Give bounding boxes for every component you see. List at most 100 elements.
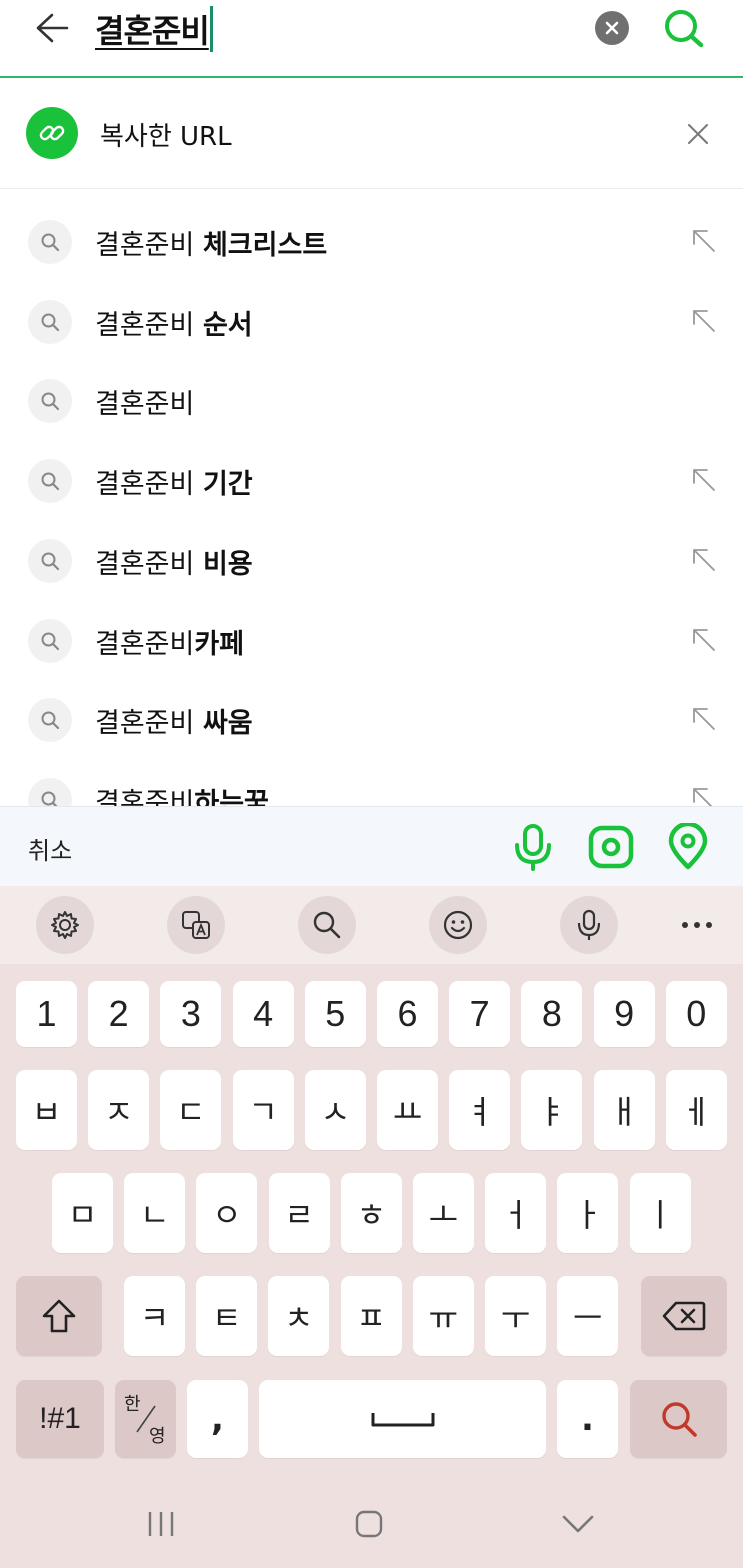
suggestion-prefix: 결혼준비	[95, 230, 203, 261]
comma-key[interactable]: ,	[187, 1380, 248, 1458]
suggestion-text: 결혼준비카페	[95, 622, 244, 661]
key[interactable]: ㅕ	[449, 1070, 511, 1150]
suggestion-highlight: 순서	[202, 309, 253, 341]
suggestion-item[interactable]: 결혼준비 싸움	[0, 681, 743, 761]
key[interactable]: ㅑ	[521, 1070, 583, 1150]
fill-query-arrow-icon[interactable]	[686, 622, 722, 658]
cancel-button[interactable]: 취소	[28, 831, 72, 866]
home-button[interactable]	[339, 1498, 399, 1550]
fill-query-arrow-icon[interactable]	[686, 781, 722, 806]
key[interactable]: ㅠ	[412, 1276, 474, 1356]
key[interactable]: ㄹ	[268, 1173, 330, 1253]
key[interactable]: ㄷ	[160, 1070, 222, 1150]
key[interactable]: ㅅ	[304, 1070, 366, 1150]
search-icon	[28, 618, 72, 663]
place-search-button[interactable]	[662, 821, 714, 873]
suggestion-prefix: 결혼준비	[95, 708, 203, 740]
key[interactable]: 2	[88, 981, 150, 1047]
hide-keyboard-button[interactable]	[548, 1498, 608, 1550]
search-button[interactable]	[660, 6, 708, 50]
search-icon	[28, 299, 72, 344]
shift-key[interactable]	[16, 1276, 102, 1356]
key[interactable]: ㅊ	[268, 1276, 330, 1356]
key[interactable]: 4	[232, 981, 294, 1047]
suggestion-highlight: 기간	[202, 469, 253, 501]
fill-query-arrow-icon[interactable]	[686, 701, 722, 737]
suggestion-item[interactable]: 결혼준비 체크리스트	[0, 203, 743, 283]
key[interactable]: 1	[16, 981, 77, 1047]
suggestion-highlight: 하는꿈	[194, 787, 269, 806]
suggestion-item[interactable]: 결혼준비 기간	[0, 442, 743, 522]
search-icon	[28, 379, 72, 424]
suggestion-text: 결혼준비 비용	[95, 542, 253, 581]
suggestion-item[interactable]: 결혼준비카페	[0, 602, 743, 682]
suggestion-text: 결혼준비 기간	[95, 462, 253, 501]
copied-url-row[interactable]: 복사한 URL	[0, 78, 743, 189]
voice-search-button[interactable]	[507, 821, 559, 873]
key[interactable]: ㅈ	[88, 1070, 150, 1150]
key[interactable]: ㄱ	[232, 1070, 294, 1150]
back-button[interactable]	[28, 8, 76, 48]
search-icon	[661, 1402, 697, 1437]
key[interactable]: 3	[160, 981, 222, 1047]
suggestion-text: 결혼준비	[95, 382, 194, 421]
key[interactable]: ㅣ	[629, 1173, 691, 1253]
search-input[interactable]: 결혼준비	[95, 6, 213, 52]
suggestion-item[interactable]: 결혼준비 순서	[0, 283, 743, 363]
key[interactable]: ㄴ	[124, 1173, 186, 1253]
suggestion-list: 결혼준비 체크리스트 결혼준비 순서 결혼준비 결혼준비 기간 결혼준비 비용 결혼준비카…	[0, 190, 743, 806]
fill-query-arrow-icon[interactable]	[686, 462, 722, 498]
search-header: 결혼준비	[0, 0, 743, 78]
lens-search-button[interactable]	[585, 821, 637, 873]
fill-query-arrow-icon[interactable]	[686, 223, 722, 259]
key[interactable]: ㅍ	[340, 1276, 402, 1356]
recent-apps-button[interactable]	[131, 1498, 191, 1550]
search-key[interactable]	[630, 1380, 727, 1458]
key[interactable]: 0	[665, 981, 727, 1047]
key[interactable]: ㅔ	[665, 1070, 727, 1150]
search-icon	[28, 220, 72, 264]
space-bar-icon	[371, 1413, 434, 1427]
key[interactable]: 6	[377, 981, 438, 1047]
dismiss-url-button[interactable]	[680, 116, 716, 152]
key[interactable]: ㅇ	[196, 1173, 258, 1253]
key[interactable]: ㅁ	[52, 1173, 113, 1253]
link-icon	[26, 107, 78, 159]
key[interactable]: ㅗ	[413, 1173, 474, 1253]
fill-query-arrow-icon[interactable]	[686, 303, 722, 339]
backspace-key[interactable]	[641, 1276, 727, 1356]
fill-query-arrow-icon[interactable]	[686, 542, 722, 578]
key[interactable]: ㅎ	[340, 1173, 402, 1253]
key[interactable]: ㅜ	[485, 1276, 546, 1356]
clear-search-button[interactable]	[595, 11, 629, 45]
home-icon	[355, 1510, 383, 1538]
key[interactable]: ㅏ	[557, 1173, 619, 1253]
symbols-key[interactable]: !#1	[16, 1380, 104, 1458]
suggestion-highlight: 싸움	[202, 708, 253, 740]
search-icon	[665, 10, 704, 48]
key[interactable]: ㅂ	[16, 1070, 77, 1150]
suggestion-item[interactable]: 결혼준비 비용	[0, 522, 743, 602]
key[interactable]: 8	[521, 981, 583, 1047]
suggestion-item[interactable]: 결혼준비	[0, 362, 743, 442]
key[interactable]: ㅐ	[593, 1070, 655, 1150]
suggestion-item[interactable]: 결혼준비하는꿈	[0, 761, 743, 806]
suggestion-text: 결혼준비 순서	[95, 303, 253, 342]
key[interactable]: 7	[449, 981, 511, 1047]
language-switch-key[interactable]: 한 영	[115, 1380, 176, 1458]
key[interactable]: 9	[593, 981, 655, 1047]
search-query-text: 결혼준비	[95, 12, 210, 50]
search-icon	[28, 538, 72, 583]
space-key[interactable]	[259, 1380, 546, 1458]
search-icon	[28, 698, 72, 743]
key[interactable]: ㅡ	[557, 1276, 619, 1356]
period-key[interactable]: .	[557, 1380, 618, 1458]
key[interactable]: 5	[304, 981, 366, 1047]
key[interactable]: ㅓ	[485, 1173, 547, 1253]
key[interactable]: ㅛ	[377, 1070, 438, 1150]
key[interactable]: ㅌ	[196, 1276, 258, 1356]
key[interactable]: ㅋ	[124, 1276, 185, 1356]
search-action-bar: 취소	[0, 806, 743, 887]
search-icon	[28, 777, 72, 806]
suggestion-prefix: 결혼준비	[95, 628, 195, 660]
